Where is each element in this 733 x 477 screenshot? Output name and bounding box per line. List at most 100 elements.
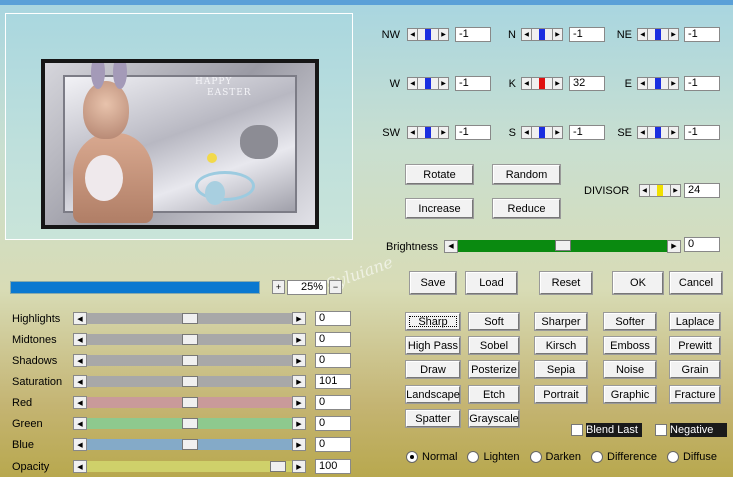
preset-sharp-button[interactable]: Sharp <box>406 313 460 330</box>
save-button[interactable]: Save <box>410 272 456 294</box>
arrow-left-icon[interactable]: ◀ <box>73 460 87 473</box>
zoom-in-button[interactable]: + <box>272 280 285 294</box>
arrow-left-icon[interactable]: ◀ <box>444 239 458 253</box>
preset-fracture-button[interactable]: Fracture <box>670 386 720 403</box>
slider-shadows[interactable]: ◀ ▶ <box>73 354 306 367</box>
preset-landscape-button[interactable]: Landscape <box>406 386 460 403</box>
brightness-value[interactable]: 0 <box>684 237 720 252</box>
preset-noise-button[interactable]: Noise <box>604 361 656 378</box>
checkbox-box[interactable] <box>571 424 583 436</box>
slider-thumb[interactable] <box>181 355 198 366</box>
slider-red[interactable]: ◀ ▶ <box>73 396 306 409</box>
dir-spinner-e[interactable]: ◀ ▶ <box>637 76 679 91</box>
dir-value-e[interactable]: -1 <box>684 76 720 91</box>
preset-draw-button[interactable]: Draw <box>406 361 460 378</box>
arrow-left-icon[interactable]: ◀ <box>73 438 87 451</box>
preset-sharper-button[interactable]: Sharper <box>535 313 587 330</box>
cancel-button[interactable]: Cancel <box>670 272 722 294</box>
arrow-right-icon[interactable]: ▶ <box>292 417 306 430</box>
arrow-right-icon[interactable]: ▶ <box>438 126 449 139</box>
preset-emboss-button[interactable]: Emboss <box>604 337 656 354</box>
arrow-left-icon[interactable]: ◀ <box>637 28 648 41</box>
dir-spinner-se[interactable]: ◀ ▶ <box>637 125 679 140</box>
slider-thumb[interactable] <box>554 240 571 251</box>
arrow-left-icon[interactable]: ◀ <box>521 77 532 90</box>
slider-blue[interactable]: ◀ ▶ <box>73 438 306 451</box>
negative-checkbox[interactable]: Negative <box>655 423 728 437</box>
radio-dot[interactable] <box>406 451 418 463</box>
brightness-slider[interactable]: ◀ ▶ <box>444 239 681 253</box>
arrow-right-icon[interactable]: ▶ <box>292 312 306 325</box>
rotate-button[interactable]: Rotate <box>406 165 473 184</box>
arrow-right-icon[interactable]: ▶ <box>552 77 563 90</box>
slider-value-opacity[interactable]: 100 <box>315 459 351 474</box>
preset-portrait-button[interactable]: Portrait <box>535 386 587 403</box>
arrow-right-icon[interactable]: ▶ <box>668 126 679 139</box>
preset-grain-button[interactable]: Grain <box>670 361 720 378</box>
arrow-right-icon[interactable]: ▶ <box>667 239 681 253</box>
slider-green[interactable]: ◀ ▶ <box>73 417 306 430</box>
reset-button[interactable]: Reset <box>540 272 592 294</box>
arrow-right-icon[interactable]: ▶ <box>292 333 306 346</box>
arrow-right-icon[interactable]: ▶ <box>292 396 306 409</box>
radio-dot[interactable] <box>529 451 542 463</box>
load-button[interactable]: Load <box>466 272 517 294</box>
preset-high-pass-button[interactable]: High Pass <box>406 337 460 354</box>
arrow-right-icon[interactable]: ▶ <box>292 460 306 473</box>
mode-difference-radio[interactable]: Difference <box>591 451 657 463</box>
mode-lighten-radio[interactable]: Lighten <box>467 451 520 463</box>
arrow-left-icon[interactable]: ◀ <box>637 77 648 90</box>
preset-softer-button[interactable]: Softer <box>604 313 656 330</box>
radio-dot[interactable] <box>666 451 679 463</box>
radio-dot[interactable] <box>467 451 480 463</box>
arrow-left-icon[interactable]: ◀ <box>407 28 418 41</box>
radio-dot[interactable] <box>591 451 604 463</box>
slider-value-green[interactable]: 0 <box>315 416 351 431</box>
slider-thumb[interactable] <box>181 397 198 408</box>
slider-thumb[interactable] <box>181 376 198 387</box>
blend-last-checkbox[interactable]: Blend Last <box>571 423 642 437</box>
dir-spinner-s[interactable]: ◀ ▶ <box>521 125 563 140</box>
mode-diffuse-radio[interactable]: Diffuse <box>666 451 717 463</box>
arrow-right-icon[interactable]: ▶ <box>670 184 681 197</box>
arrow-left-icon[interactable]: ◀ <box>73 354 87 367</box>
arrow-left-icon[interactable]: ◀ <box>639 184 650 197</box>
checkbox-box[interactable] <box>655 424 667 436</box>
arrow-right-icon[interactable]: ▶ <box>438 28 449 41</box>
preset-etch-button[interactable]: Etch <box>469 386 519 403</box>
arrow-right-icon[interactable]: ▶ <box>552 126 563 139</box>
mode-darken-radio[interactable]: Darken <box>529 451 581 463</box>
slider-thumb[interactable] <box>181 334 198 345</box>
dir-spinner-n[interactable]: ◀ ▶ <box>521 27 563 42</box>
arrow-right-icon[interactable]: ▶ <box>668 77 679 90</box>
arrow-left-icon[interactable]: ◀ <box>73 312 87 325</box>
slider-thumb[interactable] <box>269 461 286 472</box>
dir-spinner-sw[interactable]: ◀ ▶ <box>407 125 449 140</box>
slider-thumb[interactable] <box>181 418 198 429</box>
arrow-left-icon[interactable]: ◀ <box>407 126 418 139</box>
random-button[interactable]: Random <box>493 165 560 184</box>
arrow-left-icon[interactable]: ◀ <box>73 333 87 346</box>
zoom-out-button[interactable]: − <box>329 280 342 294</box>
slider-value-highlights[interactable]: 0 <box>315 311 351 326</box>
divisor-spinner[interactable]: ◀ ▶ <box>639 183 681 198</box>
slider-midtones[interactable]: ◀ ▶ <box>73 333 306 346</box>
arrow-left-icon[interactable]: ◀ <box>637 126 648 139</box>
slider-value-blue[interactable]: 0 <box>315 437 351 452</box>
slider-thumb[interactable] <box>181 439 198 450</box>
arrow-right-icon[interactable]: ▶ <box>552 28 563 41</box>
preset-graphic-button[interactable]: Graphic <box>604 386 656 403</box>
dir-spinner-nw[interactable]: ◀ ▶ <box>407 27 449 42</box>
dir-value-ne[interactable]: -1 <box>684 27 720 42</box>
dir-spinner-k[interactable]: ◀ ▶ <box>521 76 563 91</box>
dir-value-se[interactable]: -1 <box>684 125 720 140</box>
arrow-left-icon[interactable]: ◀ <box>521 126 532 139</box>
preset-sobel-button[interactable]: Sobel <box>469 337 519 354</box>
arrow-right-icon[interactable]: ▶ <box>292 438 306 451</box>
arrow-left-icon[interactable]: ◀ <box>521 28 532 41</box>
preset-laplace-button[interactable]: Laplace <box>670 313 720 330</box>
arrow-right-icon[interactable]: ▶ <box>292 375 306 388</box>
arrow-right-icon[interactable]: ▶ <box>292 354 306 367</box>
preset-spatter-button[interactable]: Spatter <box>406 410 460 427</box>
mode-normal-radio[interactable]: Normal <box>406 451 457 463</box>
